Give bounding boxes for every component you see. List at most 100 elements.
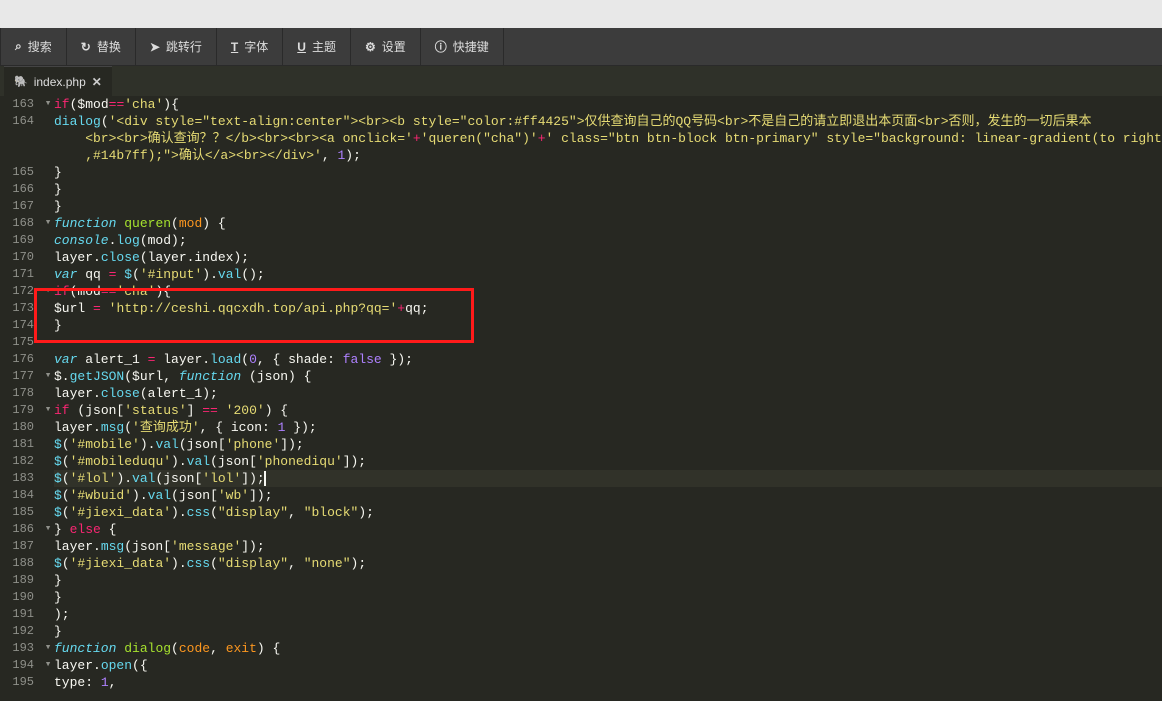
search-icon: ⌕ bbox=[15, 39, 22, 54]
code-line[interactable]: $('#jiexi_data').css("display", "block")… bbox=[54, 504, 1162, 521]
code-line[interactable]: var alert_1 = layer.load(0, { shade: fal… bbox=[54, 351, 1162, 368]
code-line[interactable]: ); bbox=[54, 606, 1162, 623]
line-number: 184 bbox=[0, 487, 34, 504]
close-icon[interactable]: ✕ bbox=[92, 75, 102, 89]
fold-marker[interactable]: ▾ bbox=[42, 657, 54, 674]
font-button[interactable]: T 字体 bbox=[217, 28, 283, 65]
code-area[interactable]: if($mod=='cha'){dialog('<div style="text… bbox=[54, 96, 1162, 701]
fold-marker bbox=[42, 198, 54, 215]
code-line[interactable]: $('#jiexi_data').css("display", "none"); bbox=[54, 555, 1162, 572]
fold-marker bbox=[42, 674, 54, 691]
code-line[interactable]: } bbox=[54, 623, 1162, 640]
line-number: 170 bbox=[0, 249, 34, 266]
code-line[interactable]: dialog('<div style="text-align:center"><… bbox=[54, 113, 1162, 130]
code-line[interactable]: type: 1, bbox=[54, 674, 1162, 691]
line-number: 173 bbox=[0, 300, 34, 317]
code-line[interactable]: function dialog(code, exit) { bbox=[54, 640, 1162, 657]
tab-bar: 🐘 index.php ✕ bbox=[0, 66, 1162, 96]
code-line[interactable]: console.log(mod); bbox=[54, 232, 1162, 249]
fold-marker[interactable]: ▾ bbox=[42, 640, 54, 657]
line-number: 187 bbox=[0, 538, 34, 555]
line-number: 167 bbox=[0, 198, 34, 215]
code-line[interactable]: } bbox=[54, 572, 1162, 589]
code-line[interactable]: if($mod=='cha'){ bbox=[54, 96, 1162, 113]
code-line[interactable]: var qq = $('#input').val(); bbox=[54, 266, 1162, 283]
fold-marker[interactable]: ▾ bbox=[42, 402, 54, 419]
line-number: 182 bbox=[0, 453, 34, 470]
fold-marker bbox=[42, 555, 54, 572]
line-number: 188 bbox=[0, 555, 34, 572]
code-line[interactable]: if(mod=='cha'){ bbox=[54, 283, 1162, 300]
line-number: 179 bbox=[0, 402, 34, 419]
line-number: 185 bbox=[0, 504, 34, 521]
fold-marker bbox=[42, 453, 54, 470]
line-number: 169 bbox=[0, 232, 34, 249]
code-line[interactable]: $('#mobileduqu').val(json['phonediqu']); bbox=[54, 453, 1162, 470]
font-label: 字体 bbox=[244, 38, 268, 55]
title-bar bbox=[0, 0, 1162, 28]
code-line[interactable]: ,#14b7ff);">确认</a><br></div>', 1); bbox=[54, 147, 1162, 164]
line-number: 175 bbox=[0, 334, 34, 351]
line-number: 168 bbox=[0, 215, 34, 232]
line-number: 190 bbox=[0, 589, 34, 606]
code-line[interactable]: $('#lol').val(json['lol']); bbox=[54, 470, 1162, 487]
theme-button[interactable]: U 主题 bbox=[283, 28, 351, 65]
code-line[interactable]: if (json['status'] == '200') { bbox=[54, 402, 1162, 419]
theme-label: 主题 bbox=[312, 38, 336, 55]
code-line[interactable]: $('#mobile').val(json['phone']); bbox=[54, 436, 1162, 453]
code-line[interactable]: } bbox=[54, 164, 1162, 181]
code-line[interactable]: } bbox=[54, 198, 1162, 215]
code-line[interactable]: } bbox=[54, 317, 1162, 334]
code-line[interactable]: } bbox=[54, 181, 1162, 198]
line-number: 193 bbox=[0, 640, 34, 657]
code-line[interactable]: layer.msg(json['message']); bbox=[54, 538, 1162, 555]
line-number: 186 bbox=[0, 521, 34, 538]
line-number: 177 bbox=[0, 368, 34, 385]
line-number: 191 bbox=[0, 606, 34, 623]
line-number: 172 bbox=[0, 283, 34, 300]
line-number: 178 bbox=[0, 385, 34, 402]
shortcuts-label: 快捷键 bbox=[453, 38, 489, 55]
toolbar: ⌕ 搜索 ↻ 替换 ➤ 跳转行 T 字体 U 主题 ⚙ 设置 ⓘ 快捷键 bbox=[0, 28, 1162, 66]
code-line[interactable]: layer.msg('查询成功', { icon: 1 }); bbox=[54, 419, 1162, 436]
fold-marker bbox=[42, 436, 54, 453]
fold-marker[interactable]: ▾ bbox=[42, 368, 54, 385]
fold-gutter: ▾▾▾▾▾▾▾▾ bbox=[42, 96, 54, 701]
code-line[interactable]: layer.close(alert_1); bbox=[54, 385, 1162, 402]
line-number: 165 bbox=[0, 164, 34, 181]
fold-marker[interactable]: ▾ bbox=[42, 521, 54, 538]
replace-label: 替换 bbox=[97, 38, 121, 55]
shortcuts-button[interactable]: ⓘ 快捷键 bbox=[421, 28, 504, 65]
theme-icon: U bbox=[297, 40, 306, 54]
fold-marker bbox=[42, 266, 54, 283]
fold-marker bbox=[42, 164, 54, 181]
jump-button[interactable]: ➤ 跳转行 bbox=[136, 28, 217, 65]
code-line[interactable]: $('#wbuid').val(json['wb']); bbox=[54, 487, 1162, 504]
fold-marker bbox=[42, 623, 54, 640]
code-line[interactable]: } bbox=[54, 589, 1162, 606]
line-number: 181 bbox=[0, 436, 34, 453]
line-number: 166 bbox=[0, 181, 34, 198]
code-line[interactable] bbox=[54, 334, 1162, 351]
code-line[interactable]: layer.open({ bbox=[54, 657, 1162, 674]
search-button[interactable]: ⌕ 搜索 bbox=[0, 28, 67, 65]
fold-marker[interactable]: ▾ bbox=[42, 96, 54, 113]
line-number: 180 bbox=[0, 419, 34, 436]
tab-file[interactable]: 🐘 index.php ✕ bbox=[4, 66, 112, 96]
code-line[interactable]: $.getJSON($url, function (json) { bbox=[54, 368, 1162, 385]
code-line[interactable]: $url = 'http://ceshi.qqcxdh.top/api.php?… bbox=[54, 300, 1162, 317]
code-editor[interactable]: 1631641651661671681691701711721731741751… bbox=[0, 96, 1162, 701]
search-label: 搜索 bbox=[28, 38, 52, 55]
code-line[interactable]: <br><br>确认查询？？</b><br><br><a onclick='+'… bbox=[54, 130, 1162, 147]
fold-marker bbox=[42, 351, 54, 368]
fold-marker[interactable]: ▾ bbox=[42, 215, 54, 232]
code-line[interactable]: function queren(mod) { bbox=[54, 215, 1162, 232]
code-line[interactable]: layer.close(layer.index); bbox=[54, 249, 1162, 266]
code-line[interactable]: } else { bbox=[54, 521, 1162, 538]
jump-icon: ➤ bbox=[150, 40, 160, 54]
fold-marker[interactable]: ▾ bbox=[42, 283, 54, 300]
replace-button[interactable]: ↻ 替换 bbox=[67, 28, 136, 65]
line-number: 183 bbox=[0, 470, 34, 487]
settings-button[interactable]: ⚙ 设置 bbox=[351, 28, 421, 65]
fold-marker bbox=[42, 504, 54, 521]
